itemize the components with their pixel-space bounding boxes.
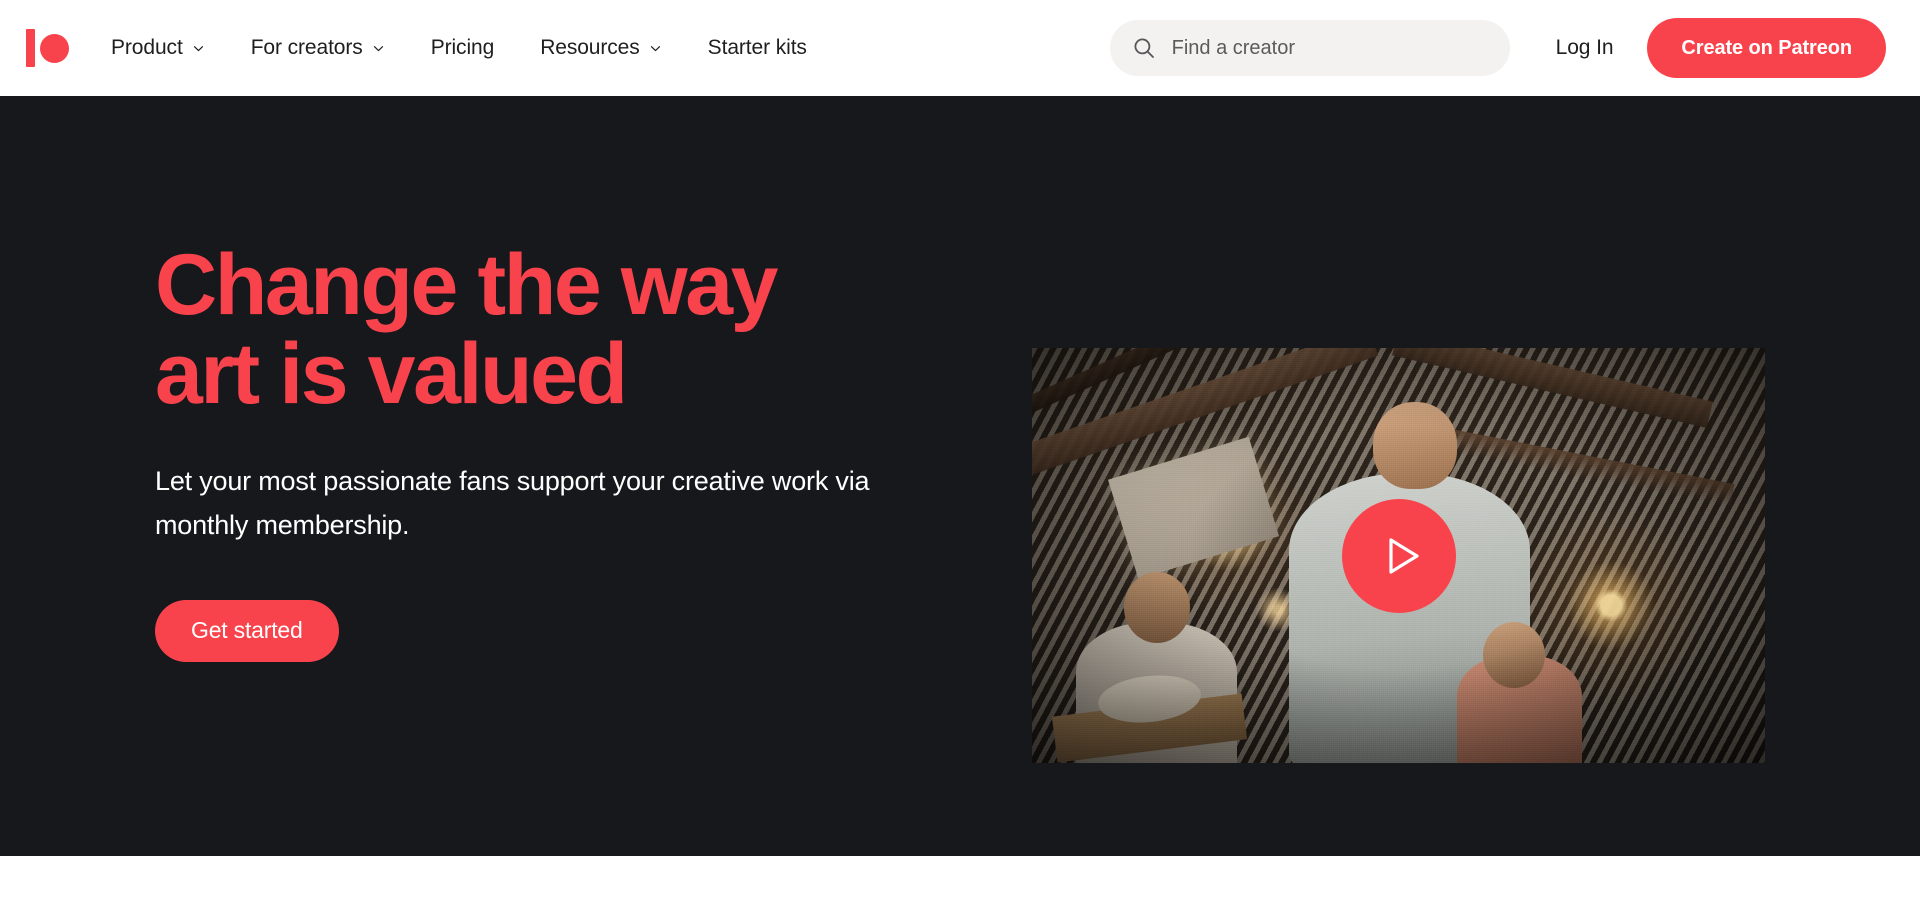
patreon-logo-bar bbox=[26, 29, 35, 67]
create-on-patreon-button[interactable]: Create on Patreon bbox=[1647, 18, 1886, 78]
get-started-button[interactable]: Get started bbox=[155, 599, 339, 662]
nav-item-pricing[interactable]: Pricing bbox=[431, 26, 495, 70]
nav-item-label: Starter kits bbox=[707, 36, 807, 59]
nav-item-resources[interactable]: Resources bbox=[540, 26, 661, 70]
nav-item-product[interactable]: Product bbox=[111, 26, 205, 70]
patreon-logo-dot bbox=[40, 33, 69, 63]
hero-video-thumbnail[interactable] bbox=[1032, 348, 1765, 763]
search-icon bbox=[1132, 36, 1156, 60]
search-box[interactable] bbox=[1109, 20, 1510, 76]
nav-item-starter-kits[interactable]: Starter kits bbox=[708, 26, 807, 70]
login-link[interactable]: Log In bbox=[1556, 36, 1614, 60]
search-input[interactable] bbox=[1171, 36, 1488, 60]
site-header: Product For creators Pricing Resources S… bbox=[0, 0, 1920, 96]
hero-text-column: Change the way art is valued Let your mo… bbox=[155, 96, 915, 662]
play-icon bbox=[1372, 532, 1426, 580]
nav-item-label: Pricing bbox=[430, 36, 495, 59]
hero-subheadline: Let your most passionate fans support yo… bbox=[155, 466, 870, 540]
play-button[interactable] bbox=[1341, 498, 1456, 613]
hero-headline: Change the way art is valued bbox=[155, 237, 779, 422]
nav-item-for-creators[interactable]: For creators bbox=[251, 26, 385, 70]
hero-section: Change the way art is valued Let your mo… bbox=[0, 96, 1920, 856]
nav-item-label: Product bbox=[111, 36, 183, 59]
chevron-down-icon bbox=[372, 42, 385, 55]
main-navigation: Product For creators Pricing Resources S… bbox=[111, 26, 807, 70]
chevron-down-icon bbox=[192, 42, 205, 55]
nav-item-label: For creators bbox=[250, 36, 363, 59]
nav-item-label: Resources bbox=[540, 36, 640, 59]
chevron-down-icon bbox=[649, 42, 662, 55]
patreon-logo[interactable] bbox=[22, 29, 69, 67]
